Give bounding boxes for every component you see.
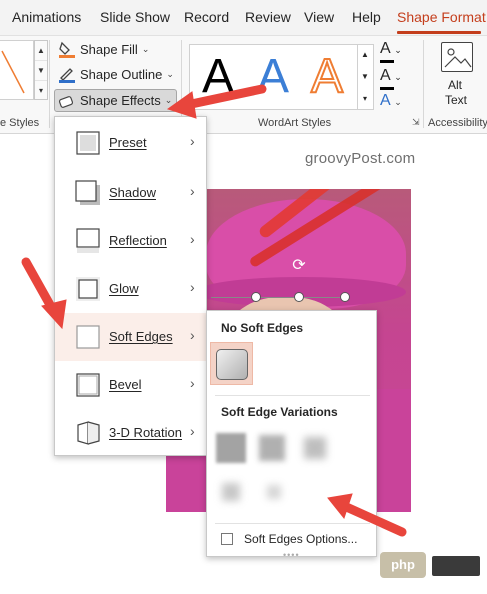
php-badge-dark-block [432, 556, 480, 576]
arrow-head-variations [327, 493, 353, 520]
arrow-head-shape-effects [166, 91, 197, 119]
arrow-to-variations [337, 500, 407, 537]
annotation-arrows [21, 84, 407, 537]
php-badge: php [380, 546, 482, 582]
php-badge-label: php [380, 552, 426, 578]
